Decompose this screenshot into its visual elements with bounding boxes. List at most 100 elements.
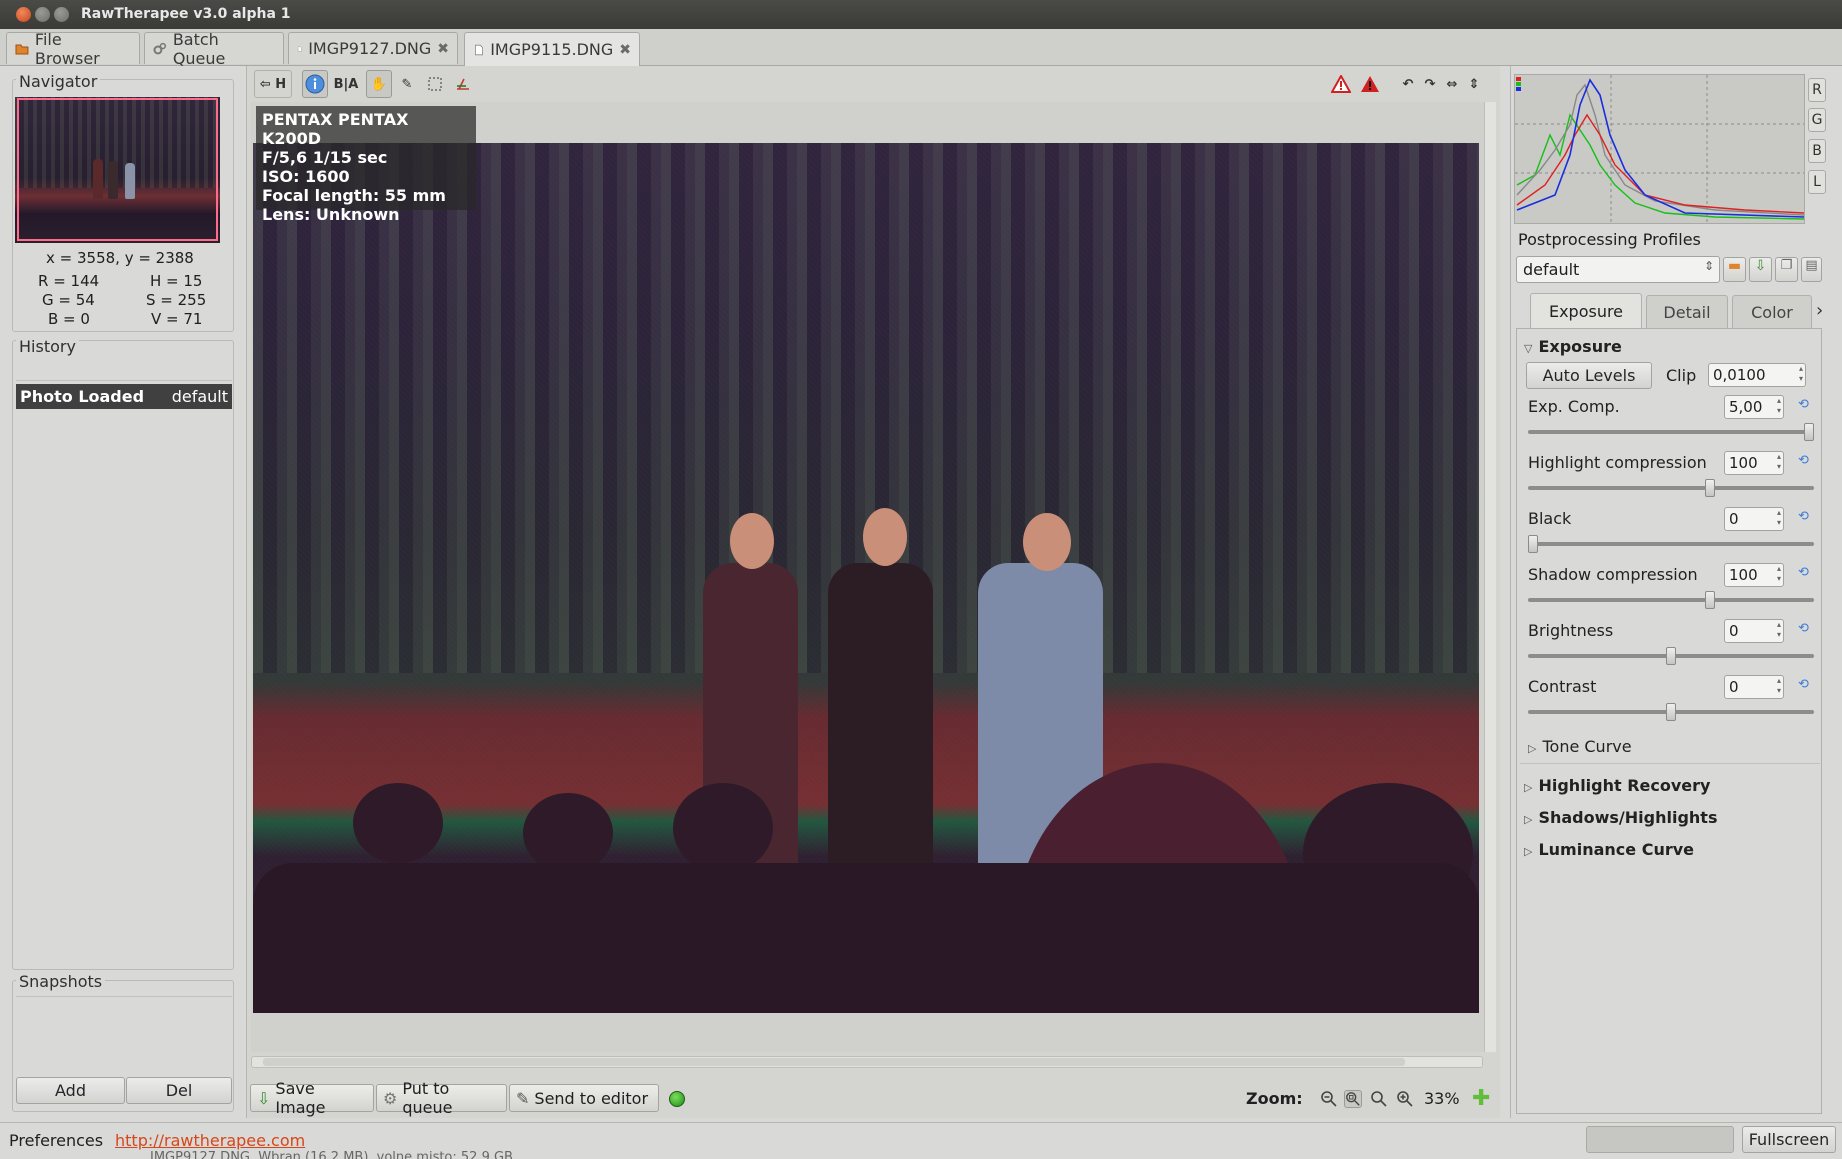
new-detail-window-icon[interactable]: ✚: [1472, 1086, 1490, 1111]
exif-camera: PENTAX PENTAX K200D: [262, 110, 409, 148]
param-slider-knob[interactable]: [1705, 591, 1715, 609]
history-toggle-button[interactable]: ⇦ H: [254, 70, 292, 98]
rotate-left-button[interactable]: ↶: [1398, 70, 1418, 98]
rotate-right-button[interactable]: ↷: [1420, 70, 1440, 98]
flip-vertical-button[interactable]: ⇕: [1464, 70, 1484, 98]
reset-icon[interactable]: ⟲: [1798, 565, 1812, 580]
navigator-thumbnail[interactable]: [15, 97, 220, 243]
param-slider-track[interactable]: [1528, 598, 1814, 602]
reset-icon[interactable]: ⟲: [1798, 677, 1812, 692]
highlight-clipping-button[interactable]: [1328, 70, 1354, 98]
white-balance-picker-button[interactable]: ✎: [394, 70, 420, 98]
auto-levels-button[interactable]: Auto Levels: [1526, 362, 1652, 389]
collapsed-triangle-icon: ▷: [1528, 742, 1537, 755]
document-icon: [297, 46, 302, 51]
save-profile-button[interactable]: ⇩: [1749, 257, 1772, 282]
history-row-label: Photo Loaded: [20, 387, 145, 406]
luminance-curve-header[interactable]: ▷ Luminance Curve: [1524, 840, 1694, 859]
exposure-section-header[interactable]: ▽ Exposure: [1524, 337, 1622, 356]
tab-imgp9127[interactable]: IMGP9127.DNG ✖: [288, 32, 458, 64]
save-image-button[interactable]: ⇩ Save Image: [250, 1079, 374, 1117]
param-spinner[interactable]: 5,00: [1724, 395, 1784, 419]
param-slider-knob[interactable]: [1666, 647, 1676, 665]
clip-spinner[interactable]: 0,0100: [1708, 363, 1806, 387]
param-slider-track[interactable]: [1528, 486, 1814, 490]
tab-exposure[interactable]: Exposure: [1530, 293, 1642, 328]
reset-icon[interactable]: ⟲: [1798, 397, 1812, 412]
tab-detail[interactable]: Detail: [1646, 295, 1728, 328]
paste-icon: ▤: [1805, 258, 1818, 273]
param-spinner[interactable]: 0: [1724, 619, 1784, 643]
param-slider-track[interactable]: [1528, 430, 1814, 434]
zoom-value: 33%: [1424, 1089, 1460, 1108]
send-to-editor-button[interactable]: ✎ Send to editor: [509, 1084, 659, 1112]
navigator-viewport-frame[interactable]: [17, 98, 218, 241]
histogram-blue-toggle[interactable]: B: [1808, 139, 1826, 163]
fullscreen-button[interactable]: Fullscreen: [1742, 1126, 1836, 1153]
param-slider-knob[interactable]: [1705, 479, 1715, 497]
param-slider-knob[interactable]: [1804, 423, 1814, 441]
profile-select[interactable]: default ⇕: [1516, 256, 1720, 283]
tab-file-browser[interactable]: File Browser: [6, 30, 140, 68]
flip-horizontal-button[interactable]: ⇔: [1442, 70, 1462, 98]
exposure-tab-panel: [1516, 328, 1822, 1114]
tabs-next-icon[interactable]: ›: [1816, 300, 1823, 321]
highlight-recovery-header[interactable]: ▷ Highlight Recovery: [1524, 776, 1710, 795]
histogram-luminance-toggle[interactable]: L: [1808, 170, 1826, 194]
hand-tool-button[interactable]: ✋: [366, 70, 392, 98]
website-link[interactable]: http://rawtherapee.com: [115, 1131, 305, 1150]
close-tab-icon[interactable]: ✖: [619, 42, 631, 58]
shadows-highlights-header[interactable]: ▷ Shadows/Highlights: [1524, 808, 1717, 827]
zoom-fit-icon[interactable]: [1344, 1090, 1362, 1108]
straighten-tool-button[interactable]: [450, 70, 476, 98]
load-profile-button[interactable]: ▬: [1723, 257, 1746, 282]
zoom-in-icon[interactable]: [1396, 1090, 1414, 1108]
before-after-button[interactable]: B|A: [331, 70, 361, 98]
delete-snapshot-button[interactable]: Del: [126, 1077, 232, 1104]
histogram-red-toggle[interactable]: R: [1808, 78, 1826, 102]
history-title: History: [16, 337, 79, 356]
put-to-queue-button[interactable]: ⚙ Put to queue: [376, 1079, 507, 1117]
zoom-100-icon[interactable]: [1370, 1090, 1388, 1108]
add-snapshot-button[interactable]: Add: [16, 1077, 125, 1104]
reset-icon[interactable]: ⟲: [1798, 453, 1812, 468]
reset-icon[interactable]: ⟲: [1798, 621, 1812, 636]
param-spinner[interactable]: 100: [1724, 563, 1784, 587]
shadow-clipping-button[interactable]: [1357, 70, 1383, 98]
param-spinner[interactable]: 100: [1724, 451, 1784, 475]
tab-imgp9115[interactable]: IMGP9115.DNG ✖: [464, 32, 640, 66]
horizontal-scrollbar-thumb[interactable]: [263, 1058, 1405, 1066]
info-toggle-button[interactable]: [302, 70, 328, 98]
history-row[interactable]: Photo Loaded default: [16, 384, 232, 409]
maximize-window-button[interactable]: [54, 7, 69, 22]
close-window-button[interactable]: [16, 7, 31, 22]
queue-icon: ⚙: [383, 1088, 398, 1108]
photo-preview[interactable]: [253, 143, 1479, 1013]
exif-iso: ISO: 1600: [262, 167, 350, 186]
param-spinner[interactable]: 0: [1724, 507, 1784, 531]
preferences-button[interactable]: Preferences: [9, 1131, 103, 1150]
close-tab-icon[interactable]: ✖: [437, 41, 449, 57]
tab-batch-queue[interactable]: Batch Queue: [144, 30, 284, 68]
exif-overlay: PENTAX PENTAX K200D F/5,6 1/15 sec ISO: …: [256, 106, 476, 224]
param-spinner[interactable]: 0: [1724, 675, 1784, 699]
reset-icon[interactable]: ⟲: [1798, 509, 1812, 524]
param-slider-knob[interactable]: [1528, 535, 1538, 553]
vertical-scrollbar[interactable]: [1484, 102, 1496, 1052]
crop-tool-button[interactable]: [422, 70, 448, 98]
minimize-window-button[interactable]: [35, 7, 50, 22]
section-label: Luminance Curve: [1538, 840, 1694, 859]
snapshots-title: Snapshots: [16, 972, 106, 991]
histogram-green-toggle[interactable]: G: [1808, 108, 1826, 132]
copy-profile-button[interactable]: ❐: [1775, 257, 1798, 282]
tone-curve-header[interactable]: ▷ Tone Curve: [1528, 737, 1632, 756]
tab-color[interactable]: Color: [1732, 295, 1812, 328]
save-icon: ⇩: [257, 1088, 271, 1108]
eyedropper-icon: ✎: [401, 76, 413, 92]
tab-label: File Browser: [34, 29, 100, 68]
param-slider-track[interactable]: [1528, 542, 1814, 546]
param-slider-knob[interactable]: [1666, 703, 1676, 721]
zoom-out-icon[interactable]: [1320, 1090, 1338, 1108]
tab-label: IMGP9127.DNG: [308, 39, 432, 58]
paste-profile-button[interactable]: ▤: [1801, 257, 1822, 282]
